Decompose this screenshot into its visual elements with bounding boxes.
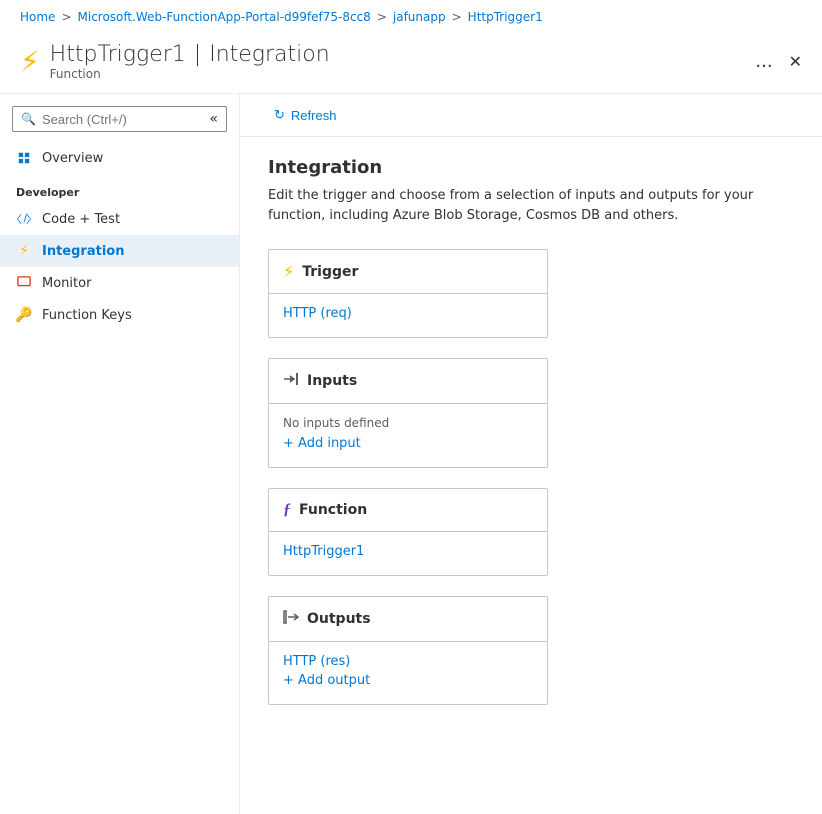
sidebar-item-integration[interactable]: ⚡ Integration xyxy=(0,235,239,267)
function-card-title: Function xyxy=(299,502,367,518)
function-card-icon: ƒ xyxy=(283,501,291,519)
breadcrumb-home[interactable]: Home xyxy=(20,10,55,24)
outputs-card-body: HTTP (res) + Add output xyxy=(269,642,547,704)
sidebar: 🔍 « Overview Developer Code + Test ⚡ Int… xyxy=(0,94,240,814)
integration-icon: ⚡ xyxy=(16,243,32,259)
integration-title: Integration xyxy=(268,157,794,178)
sidebar-item-overview-label: Overview xyxy=(42,151,103,166)
header-left: ⚡ HttpTrigger1 | Integration Function xyxy=(20,42,330,81)
outputs-card-header: Outputs xyxy=(269,597,547,642)
trigger-card-title: Trigger xyxy=(302,264,358,280)
collapse-icon[interactable]: « xyxy=(209,111,218,127)
sidebar-item-function-keys[interactable]: 🔑 Function Keys xyxy=(0,299,239,331)
inputs-card-body: No inputs defined + Add input xyxy=(269,404,547,467)
outputs-card-title: Outputs xyxy=(307,611,371,627)
breadcrumb-app[interactable]: jafunapp xyxy=(393,10,446,24)
sidebar-item-monitor-label: Monitor xyxy=(42,276,91,291)
function-card-header: ƒ Function xyxy=(269,489,547,532)
sidebar-item-code-test[interactable]: Code + Test xyxy=(0,203,239,235)
page-header: ⚡ HttpTrigger1 | Integration Function ..… xyxy=(0,34,822,94)
function-card-body: HttpTrigger1 xyxy=(269,532,547,575)
toolbar: ↻ Refresh xyxy=(240,94,822,137)
overview-icon xyxy=(16,150,32,166)
sidebar-item-function-keys-label: Function Keys xyxy=(42,308,132,323)
http-req-link[interactable]: HTTP (req) xyxy=(283,306,533,321)
function-card: ƒ Function HttpTrigger1 xyxy=(268,488,548,576)
function-bolt-icon: ⚡ xyxy=(20,45,40,78)
header-title-block: HttpTrigger1 | Integration Function xyxy=(50,42,330,81)
sidebar-item-code-test-label: Code + Test xyxy=(42,212,120,227)
monitor-icon xyxy=(16,275,32,291)
page-section: Integration xyxy=(209,42,329,67)
add-input-link[interactable]: + Add input xyxy=(283,436,533,451)
http-res-link[interactable]: HTTP (res) xyxy=(283,654,533,669)
close-button[interactable]: ✕ xyxy=(789,52,802,71)
breadcrumb-sep-0: > xyxy=(61,10,71,24)
search-box[interactable]: 🔍 « xyxy=(12,106,227,132)
header-subtitle: Function xyxy=(50,67,330,81)
inputs-card-icon xyxy=(283,371,299,391)
refresh-button[interactable]: ↻ Refresh xyxy=(264,102,346,128)
more-button[interactable]: ... xyxy=(755,51,772,72)
layout: 🔍 « Overview Developer Code + Test ⚡ Int… xyxy=(0,94,822,814)
inputs-card: Inputs No inputs defined + Add input xyxy=(268,358,548,468)
outputs-card: Outputs HTTP (res) + Add output xyxy=(268,596,548,705)
refresh-icon: ↻ xyxy=(274,107,285,123)
refresh-label: Refresh xyxy=(291,108,337,123)
trigger-card-icon: ⚡ xyxy=(283,262,294,281)
title-separator: | xyxy=(194,42,201,67)
sidebar-item-integration-label: Integration xyxy=(42,244,124,259)
code-test-icon xyxy=(16,211,32,227)
breadcrumb-sep-1: > xyxy=(377,10,387,24)
integration-description: Edit the trigger and choose from a selec… xyxy=(268,186,768,225)
search-input[interactable] xyxy=(42,112,182,127)
sidebar-item-overview[interactable]: Overview xyxy=(0,142,239,174)
breadcrumb-function[interactable]: HttpTrigger1 xyxy=(468,10,543,24)
main-content: ↻ Refresh Integration Edit the trigger a… xyxy=(240,94,822,814)
breadcrumb-functionapp[interactable]: Microsoft.Web-FunctionApp-Portal-d99fef7… xyxy=(78,10,371,24)
sidebar-section-developer: Developer xyxy=(0,174,239,203)
function-keys-icon: 🔑 xyxy=(16,307,32,323)
trigger-card-body: HTTP (req) xyxy=(269,294,547,337)
search-icon: 🔍 xyxy=(21,112,36,126)
outputs-card-icon xyxy=(283,609,299,629)
breadcrumb-sep-2: > xyxy=(452,10,462,24)
header-actions: ... ✕ xyxy=(755,51,802,72)
page-title: HttpTrigger1 xyxy=(50,42,186,67)
trigger-card-header: ⚡ Trigger xyxy=(269,250,547,294)
trigger-card: ⚡ Trigger HTTP (req) xyxy=(268,249,548,338)
no-inputs-label: No inputs defined xyxy=(283,416,533,430)
inputs-card-title: Inputs xyxy=(307,373,357,389)
httptrigger1-link[interactable]: HttpTrigger1 xyxy=(283,544,533,559)
main-inner: Integration Edit the trigger and choose … xyxy=(240,137,822,745)
breadcrumb: Home > Microsoft.Web-FunctionApp-Portal-… xyxy=(0,0,822,34)
inputs-card-header: Inputs xyxy=(269,359,547,404)
add-output-link[interactable]: + Add output xyxy=(283,673,533,688)
sidebar-item-monitor[interactable]: Monitor xyxy=(0,267,239,299)
